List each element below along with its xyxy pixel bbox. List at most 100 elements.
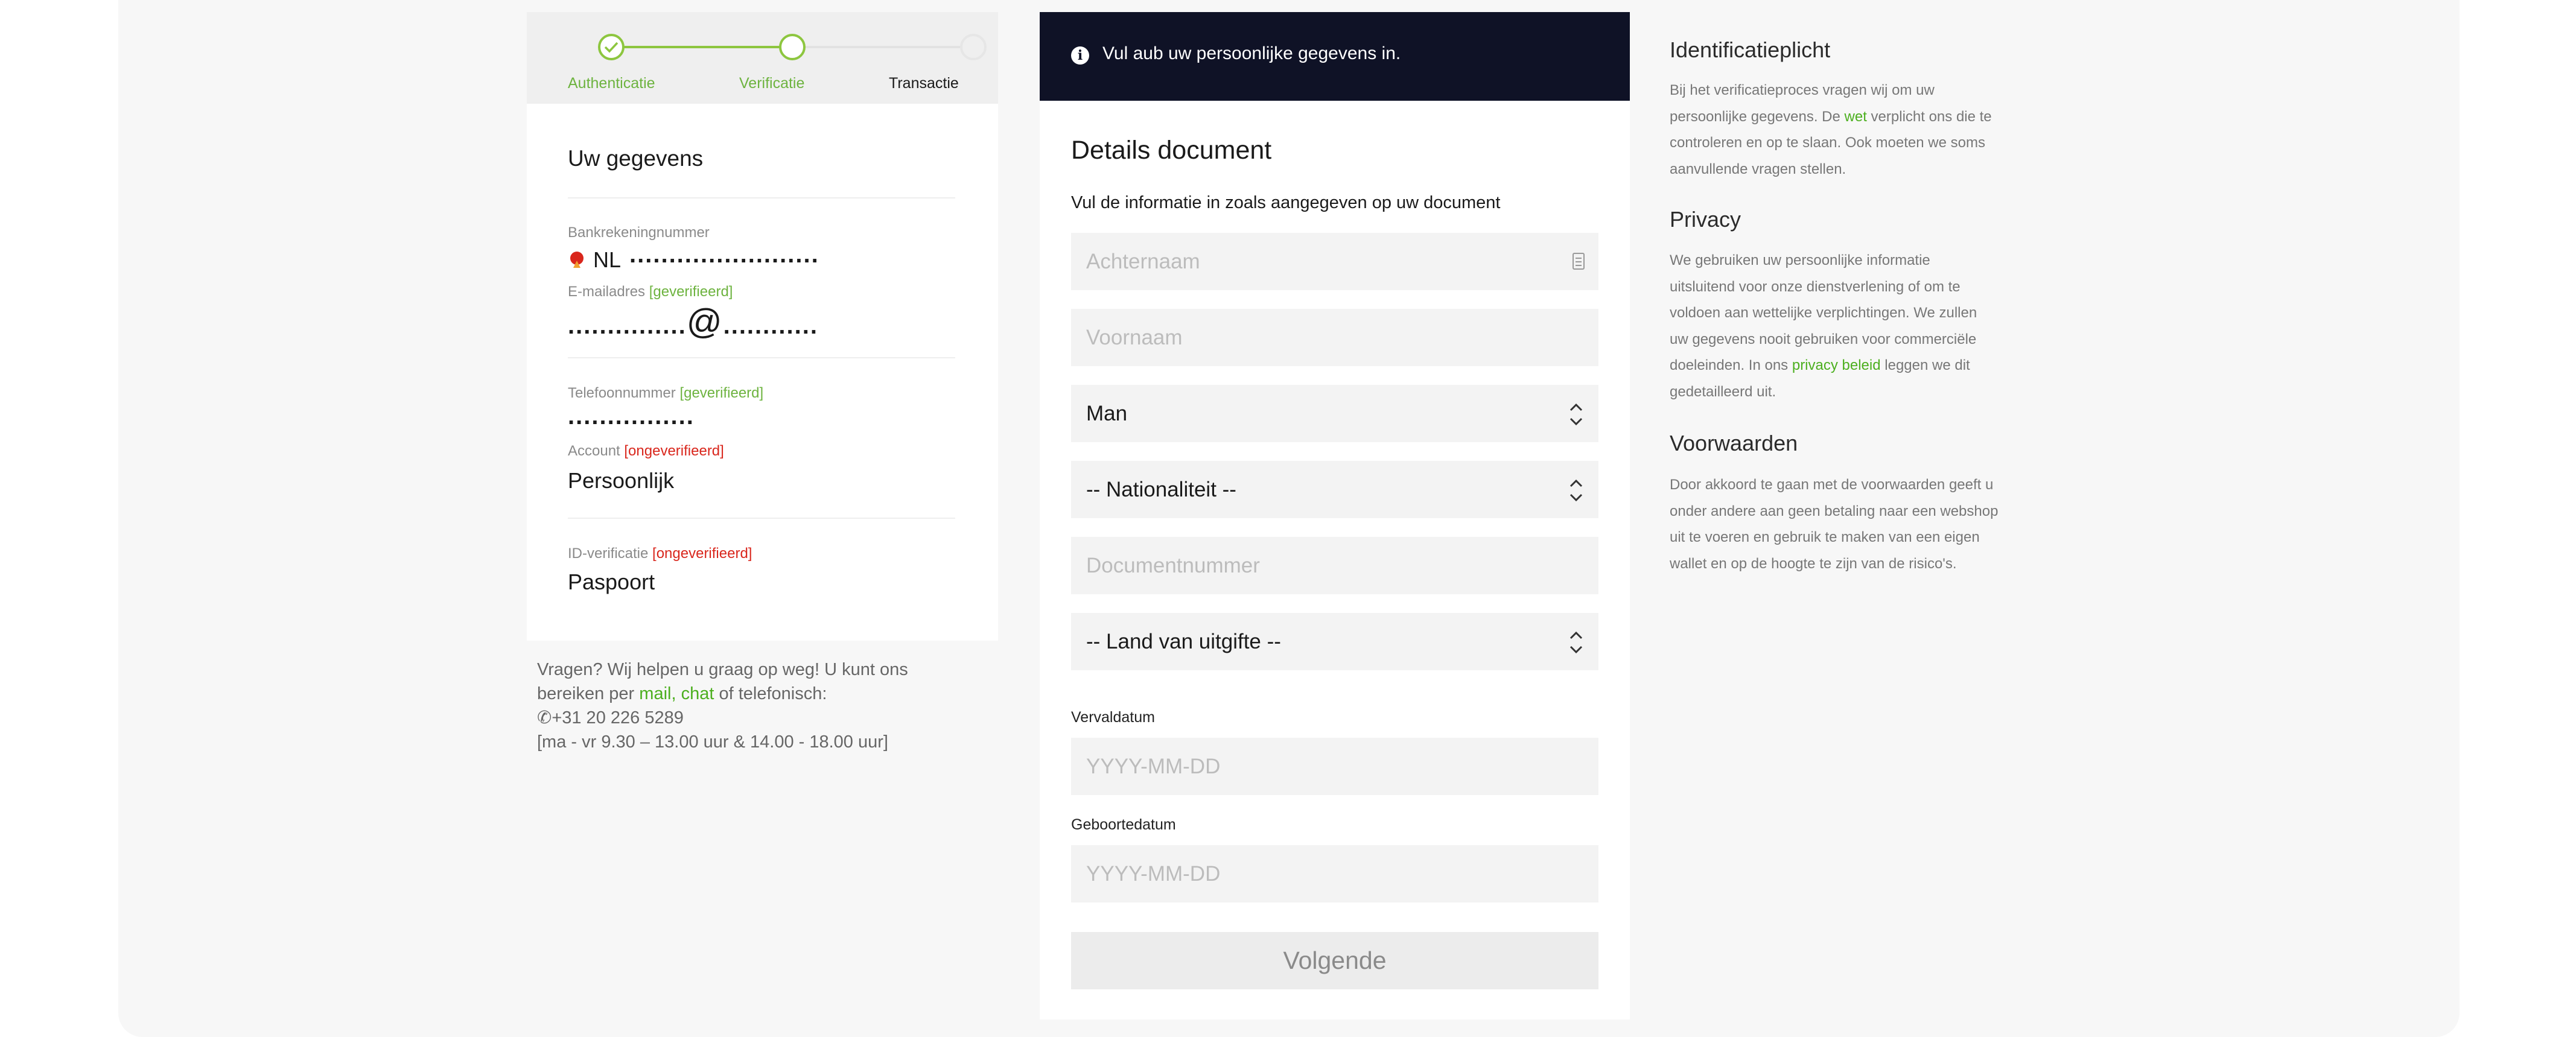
- account-value: Persoonlijk: [568, 468, 675, 493]
- info-banner: i Vul aub uw persoonlijke gegevens in.: [1040, 12, 1630, 101]
- idv-label-text: ID-verificatie: [568, 545, 649, 562]
- form-subtitle: Vul de informatie in zoals aangegeven op…: [1071, 193, 1501, 212]
- info-icon: i: [1071, 46, 1089, 65]
- progress-steps: Authenticatie Verificatie Transactie: [527, 12, 998, 104]
- privacy-line-4: uw gegevens nooit gebruiken voor commerc…: [1670, 331, 1977, 347]
- divider: [568, 518, 955, 519]
- country-select[interactable]: -- Land van uitgifte --: [1071, 613, 1598, 670]
- form-title: Details document: [1071, 136, 1272, 165]
- privacy-line-5a: doeleinden. In ons: [1670, 357, 1789, 373]
- privacy-line-1: We gebruiken uw persoonlijke informatie: [1670, 252, 1930, 268]
- privacy-policy-link[interactable]: privacy beleid: [1792, 357, 1881, 373]
- help-text: Vragen? Wij helpen u graag op weg! U kun…: [537, 658, 996, 754]
- account-label: Account [ongeverifieerd]: [568, 443, 724, 460]
- id-line-2: persoonlijke gegevens. De wet verplicht …: [1670, 104, 2032, 130]
- terms-line-1: Door akkoord te gaan met de voorwaarden …: [1670, 477, 1994, 493]
- document-form-card: i Vul aub uw persoonlijke gegevens in. D…: [1040, 12, 1630, 1020]
- email-mask-left: ...............: [568, 312, 687, 339]
- identification-title: Identificatieplicht: [1670, 37, 1831, 62]
- bank-logo-icon: [568, 250, 586, 273]
- nationality-select[interactable]: -- Nationaliteit --: [1071, 461, 1598, 518]
- email-mask-right: ............: [723, 312, 818, 339]
- idv-label: ID-verificatie [ongeverifieerd]: [568, 545, 752, 562]
- step-label-authenticatie: Authenticatie: [568, 75, 655, 92]
- phone-icon: ✆: [537, 708, 552, 728]
- gender-value: Man: [1086, 401, 1128, 425]
- expiry-label: Vervaldatum: [1071, 709, 1155, 726]
- nationality-value: -- Nationaliteit --: [1086, 477, 1236, 501]
- iban-label: Bankrekeningnummer: [568, 224, 710, 241]
- privacy-title: Privacy: [1670, 207, 1741, 232]
- step-transactie-dot: [960, 34, 987, 60]
- phone-label-text: Telefoonnummer: [568, 385, 676, 401]
- id-line-2b: verplicht ons die te: [1871, 108, 1992, 125]
- gender-select[interactable]: Man: [1071, 385, 1598, 442]
- step-line-done: [611, 46, 792, 48]
- id-line-3: controleren en op te slaan. Ook moeten w…: [1670, 135, 1985, 151]
- phone-status: [geverifieerd]: [679, 385, 764, 401]
- email-label-text: E-mailadres: [568, 284, 646, 300]
- privacy-line-3: voldoen aan wettelijke verplichtingen. W…: [1670, 305, 1977, 321]
- identification-text: Bij het verificatieproces vragen wij om …: [1670, 77, 2032, 182]
- help-hours: [ma - vr 9.30 – 13.00 uur & 14.00 - 18.0…: [537, 732, 888, 752]
- summary-title: Uw gegevens: [568, 146, 704, 171]
- expiry-date-input[interactable]: YYYY-MM-DD: [1071, 738, 1598, 795]
- next-button[interactable]: Volgende: [1071, 932, 1598, 989]
- idv-status: [ongeverifieerd]: [652, 545, 752, 562]
- terms-line-4: wallet en op de hoogte te zijn van de ri…: [1670, 555, 1957, 572]
- id-line-4: aanvullende vragen stellen.: [1670, 160, 1846, 177]
- contact-card-icon: [1573, 253, 1585, 270]
- lastname-placeholder: Achternaam: [1086, 249, 1200, 273]
- birth-placeholder: YYYY-MM-DD: [1086, 861, 1221, 886]
- chevron-updown-icon: [1569, 403, 1583, 426]
- privacy-text: We gebruiken uw persoonlijke informatie …: [1670, 247, 2032, 405]
- id-line-1: Bij het verificatieproces vragen wij om …: [1670, 82, 1935, 98]
- expiry-placeholder: YYYY-MM-DD: [1086, 754, 1221, 778]
- account-status: [ongeverifieerd]: [624, 443, 724, 459]
- step-label-verificatie: Verificatie: [739, 75, 805, 92]
- divider: [568, 197, 955, 198]
- terms-line-3: uit te voeren en gebruik te maken van ee…: [1670, 529, 1980, 545]
- privacy-line-5b: leggen we dit: [1884, 357, 1970, 373]
- iban-mask: ........................: [629, 241, 819, 268]
- step-verificatie-dot: [779, 34, 806, 60]
- phone-label: Telefoonnummer [geverifieerd]: [568, 385, 763, 402]
- birth-date-input[interactable]: YYYY-MM-DD: [1071, 845, 1598, 902]
- chat-link[interactable]: chat: [681, 684, 714, 703]
- document-number-input[interactable]: Documentnummer: [1071, 537, 1598, 594]
- firstname-input[interactable]: Voornaam: [1071, 309, 1598, 366]
- step-authenticatie-check-icon: [598, 34, 625, 60]
- terms-title: Voorwaarden: [1670, 431, 1798, 455]
- account-label-text: Account: [568, 443, 620, 459]
- chevron-updown-icon: [1569, 479, 1583, 502]
- phone-mask: ................: [568, 403, 695, 430]
- help-line-2: bereiken per mail, chat of telefonisch:: [537, 682, 996, 706]
- privacy-line-5: doeleinden. In ons privacy beleid leggen…: [1670, 352, 2032, 379]
- id-line-2a: persoonlijke gegevens. De: [1670, 108, 1840, 125]
- iban-prefix: NL: [593, 247, 622, 272]
- mail-link[interactable]: mail: [639, 684, 671, 703]
- privacy-line-6: gedetailleerd uit.: [1670, 383, 1776, 400]
- help-line-2a: bereiken per: [537, 684, 635, 703]
- email-status: [geverifieerd]: [649, 284, 733, 300]
- help-line-1: Vragen? Wij helpen u graag op weg! U kun…: [537, 660, 908, 679]
- law-link[interactable]: wet: [1845, 109, 1867, 125]
- banner-text: Vul aub uw persoonlijke gegevens in.: [1102, 43, 1401, 63]
- step-line-pending: [792, 46, 973, 48]
- idv-value: Paspoort: [568, 569, 655, 594]
- help-phone: ✆+31 20 226 5289: [537, 706, 996, 730]
- email-mask: ...............@............: [568, 302, 818, 342]
- chevron-updown-icon: [1569, 631, 1583, 654]
- email-label: E-mailadres [geverifieerd]: [568, 284, 733, 300]
- privacy-line-2: uitsluitend voor onze dienstverlening of…: [1670, 278, 1961, 295]
- docnumber-placeholder: Documentnummer: [1086, 553, 1260, 577]
- help-comma: ,: [671, 684, 676, 703]
- lastname-input[interactable]: Achternaam: [1071, 233, 1598, 290]
- terms-line-2: onder andere aan geen betaling naar een …: [1670, 503, 1999, 519]
- summary-card: Uw gegevens Bankrekeningnummer NL ......…: [527, 104, 998, 641]
- step-label-transactie: Transactie: [889, 75, 959, 92]
- birth-label: Geboortedatum: [1071, 816, 1176, 833]
- help-line-2b: of telefonisch:: [719, 684, 827, 703]
- country-value: -- Land van uitgifte --: [1086, 629, 1281, 653]
- help-phone-number: +31 20 226 5289: [552, 708, 684, 728]
